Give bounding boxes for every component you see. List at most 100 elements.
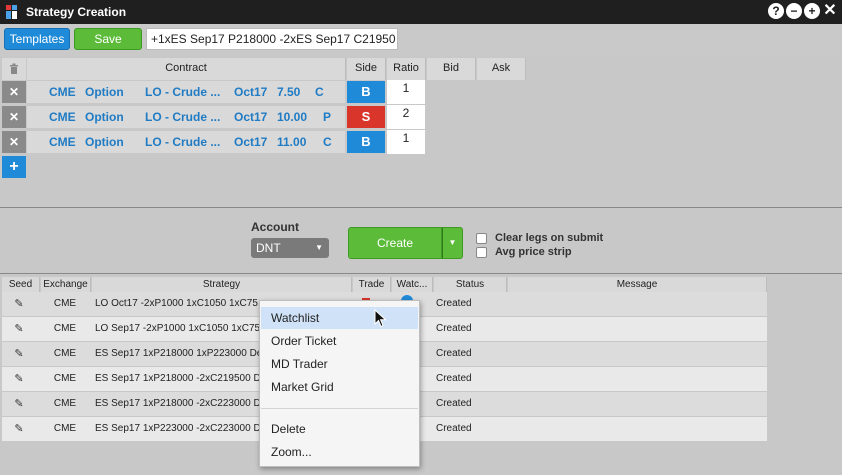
column-header-side[interactable]: Side bbox=[347, 58, 386, 80]
menu-item-market-grid[interactable]: Market Grid bbox=[261, 376, 418, 398]
avg-price-checkbox[interactable]: Avg price strip bbox=[476, 245, 572, 259]
row-status: Created bbox=[436, 298, 472, 309]
column-header-bid[interactable]: Bid bbox=[427, 58, 476, 80]
trash-icon[interactable] bbox=[2, 58, 26, 80]
checkbox-icon[interactable] bbox=[476, 246, 487, 258]
help-icon[interactable]: ? bbox=[768, 3, 784, 19]
clear-legs-label: Clear legs on submit bbox=[495, 232, 604, 244]
leg-type: Option bbox=[85, 135, 124, 149]
row-exchange: CME bbox=[53, 348, 77, 359]
column-header-exchange[interactable]: Exchange bbox=[41, 277, 91, 293]
leg-call-put: C bbox=[315, 85, 324, 99]
leg-exchange: CME bbox=[49, 85, 76, 99]
leg-month: Oct17 bbox=[234, 135, 268, 149]
menu-divider bbox=[261, 408, 418, 409]
pencil-icon[interactable]: ✎ bbox=[2, 392, 36, 416]
column-header-trade[interactable]: Trade bbox=[353, 277, 391, 293]
remove-leg-icon[interactable]: ✕ bbox=[2, 81, 26, 103]
leg-strike: 10.00 bbox=[277, 110, 308, 124]
column-header-seed[interactable]: Seed bbox=[2, 277, 40, 293]
row-status: Created bbox=[436, 323, 472, 334]
leg-type: Option bbox=[85, 85, 124, 99]
row-exchange: CME bbox=[53, 373, 77, 384]
row-exchange: CME bbox=[53, 323, 77, 334]
account-label: Account bbox=[251, 220, 299, 234]
leg-row: ✕ CME Option LO - Crude ... Oct17 11.00 … bbox=[2, 130, 526, 154]
submit-panel: Account DNT ▼ Create ▼ Clear legs on sub… bbox=[0, 208, 842, 274]
row-exchange: CME bbox=[53, 298, 77, 309]
leg-product: LO - Crude ... bbox=[145, 85, 221, 99]
clear-legs-checkbox[interactable]: Clear legs on submit bbox=[476, 231, 603, 245]
leg-contract[interactable]: CME Option LO - Crude ... Oct17 7.50 C bbox=[27, 81, 345, 103]
checkbox-icon[interactable] bbox=[476, 232, 487, 244]
column-header-ask[interactable]: Ask bbox=[477, 58, 526, 80]
templates-button[interactable]: Templates bbox=[4, 28, 70, 50]
leg-product: LO - Crude ... bbox=[145, 110, 221, 124]
leg-call-put: P bbox=[323, 110, 332, 124]
minimize-icon[interactable]: − bbox=[786, 3, 802, 19]
row-status: Created bbox=[436, 423, 472, 434]
column-header-ratio[interactable]: Ratio bbox=[387, 58, 426, 80]
row-status: Created bbox=[436, 373, 472, 384]
leg-row: ✕ CME Option LO - Crude ... Oct17 10.00 … bbox=[2, 105, 526, 129]
strategies-grid: Seed Exchange Strategy Trade Watc... Sta… bbox=[0, 274, 842, 475]
legs-panel: Contract Side Ratio Bid Ask ✕ CME Option… bbox=[0, 56, 842, 208]
leg-row: ✕ CME Option LO - Crude ... Oct17 7.50 C… bbox=[2, 80, 526, 104]
menu-item-md-trader[interactable]: MD Trader bbox=[261, 353, 418, 375]
column-header-contract[interactable]: Contract bbox=[27, 58, 346, 80]
context-menu: Watchlist Order Ticket MD Trader Market … bbox=[259, 300, 420, 467]
menu-item-zoom[interactable]: Zoom... bbox=[261, 441, 418, 463]
leg-contract[interactable]: CME Option LO - Crude ... Oct17 10.00 P bbox=[27, 106, 345, 128]
ratio-field[interactable]: 1 bbox=[387, 80, 425, 104]
side-toggle[interactable]: B bbox=[347, 131, 385, 153]
toolbar: Templates Save +1xES Sep17 P218000 -2xES… bbox=[0, 24, 842, 56]
pointer-cursor-icon bbox=[374, 309, 387, 328]
ratio-field[interactable]: 2 bbox=[387, 105, 425, 129]
strategy-name-input[interactable]: +1xES Sep17 P218000 -2xES Sep17 C21950 bbox=[146, 28, 398, 50]
leg-call-put: C bbox=[323, 135, 332, 149]
avg-price-label: Avg price strip bbox=[495, 246, 572, 258]
window-title: Strategy Creation bbox=[26, 5, 127, 19]
pencil-icon[interactable]: ✎ bbox=[2, 317, 36, 341]
side-toggle[interactable]: B bbox=[347, 81, 385, 103]
row-exchange: CME bbox=[53, 398, 77, 409]
save-button[interactable]: Save bbox=[74, 28, 142, 50]
leg-strike: 7.50 bbox=[277, 85, 301, 99]
chevron-down-icon: ▼ bbox=[315, 243, 323, 252]
leg-contract[interactable]: CME Option LO - Crude ... Oct17 11.00 C bbox=[27, 131, 345, 153]
app-logo-icon bbox=[4, 3, 22, 21]
pencil-icon[interactable]: ✎ bbox=[2, 342, 36, 366]
column-header-message[interactable]: Message bbox=[508, 277, 767, 293]
pencil-icon[interactable]: ✎ bbox=[2, 292, 36, 316]
close-icon[interactable]: ✕ bbox=[822, 3, 838, 19]
remove-leg-icon[interactable]: ✕ bbox=[2, 131, 26, 153]
pencil-icon[interactable]: ✎ bbox=[2, 417, 36, 441]
title-bar: Strategy Creation ? − + ✕ bbox=[0, 0, 842, 24]
leg-bid-ask bbox=[427, 81, 524, 103]
account-select[interactable]: DNT ▼ bbox=[251, 238, 329, 258]
leg-strike: 11.00 bbox=[277, 135, 307, 149]
side-toggle[interactable]: S bbox=[347, 106, 385, 128]
column-header-watchlist[interactable]: Watc... bbox=[392, 277, 433, 293]
leg-bid-ask bbox=[427, 131, 524, 153]
menu-item-watchlist[interactable]: Watchlist bbox=[261, 307, 418, 329]
menu-item-order-ticket[interactable]: Order Ticket bbox=[261, 330, 418, 352]
leg-month: Oct17 bbox=[234, 110, 268, 124]
leg-type: Option bbox=[85, 110, 124, 124]
create-button[interactable]: Create bbox=[348, 227, 442, 259]
add-leg-button[interactable]: + bbox=[2, 156, 26, 178]
ratio-field[interactable]: 1 bbox=[387, 130, 425, 154]
row-exchange: CME bbox=[53, 423, 77, 434]
maximize-icon[interactable]: + bbox=[804, 3, 820, 19]
leg-product: LO - Crude ... bbox=[145, 135, 221, 149]
leg-month: Oct17 bbox=[234, 85, 268, 99]
column-header-status[interactable]: Status bbox=[434, 277, 507, 293]
account-value: DNT bbox=[256, 241, 281, 255]
column-header-strategy[interactable]: Strategy bbox=[92, 277, 352, 293]
menu-item-delete[interactable]: Delete bbox=[261, 418, 418, 440]
remove-leg-icon[interactable]: ✕ bbox=[2, 106, 26, 128]
create-dropdown-icon[interactable]: ▼ bbox=[442, 227, 463, 259]
pencil-icon[interactable]: ✎ bbox=[2, 367, 36, 391]
row-status: Created bbox=[436, 398, 472, 409]
leg-bid-ask bbox=[427, 106, 524, 128]
